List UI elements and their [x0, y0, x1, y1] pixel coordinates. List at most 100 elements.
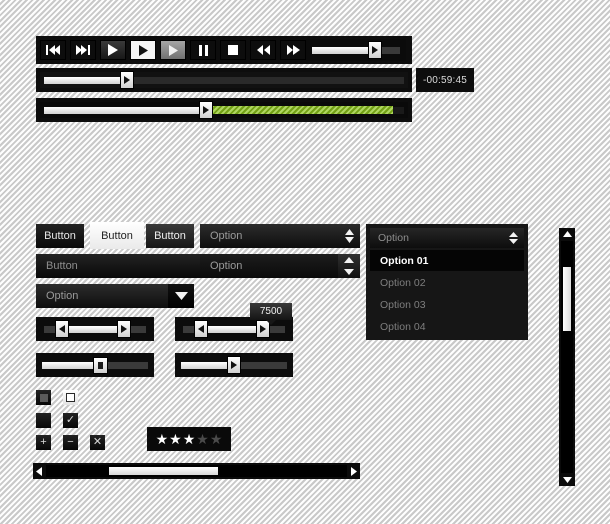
- slider-square-thumb[interactable]: [94, 358, 108, 373]
- select-stepper-top[interactable]: Option: [200, 224, 360, 248]
- select-stepper-bottom-label: Option: [210, 260, 243, 272]
- skip-forward-button[interactable]: [70, 40, 96, 60]
- pause-button[interactable]: [190, 40, 216, 60]
- star-icon[interactable]: ★: [210, 432, 223, 446]
- skip-back-button[interactable]: [40, 40, 66, 60]
- stepper-arrows-icon[interactable]: [338, 224, 360, 248]
- vertical-scroll-track[interactable]: [561, 241, 573, 473]
- dropdown-item-option-04[interactable]: Option 04: [370, 316, 524, 337]
- play-icon: [108, 44, 118, 56]
- dropdown-item-option-03[interactable]: Option 03: [370, 294, 524, 315]
- play-button[interactable]: [100, 40, 126, 60]
- close-icon: ✕: [92, 436, 103, 448]
- horizontal-scroll-thumb[interactable]: [109, 467, 218, 475]
- rewind-button[interactable]: [250, 40, 276, 60]
- scroll-down-button[interactable]: [559, 474, 575, 486]
- play-icon: [123, 71, 130, 89]
- volume-track[interactable]: [312, 47, 400, 54]
- play-button-active[interactable]: [130, 40, 156, 60]
- play-icon: [138, 44, 148, 56]
- arrow-right-icon: [231, 361, 237, 369]
- button-mid[interactable]: Button: [146, 224, 194, 248]
- skip-forward-icon: [76, 45, 90, 55]
- vertical-scrollbar[interactable]: [559, 228, 575, 486]
- slider-triangle-fill: [181, 362, 234, 369]
- select-stepper-bottom[interactable]: Option: [200, 254, 360, 278]
- scroll-left-button[interactable]: [33, 463, 45, 479]
- select-chevron[interactable]: Option: [36, 284, 194, 308]
- play-button-disabled: [160, 40, 186, 60]
- rewind-icon: [256, 45, 270, 55]
- star-icon[interactable]: ★: [156, 432, 169, 446]
- vertical-scroll-thumb[interactable]: [563, 266, 571, 332]
- range-right-low-handle[interactable]: [195, 321, 208, 337]
- media-transport-bar: [36, 36, 412, 64]
- slider-triangle-thumb[interactable]: [228, 357, 240, 373]
- minus-icon: −: [67, 436, 74, 448]
- range-slider-left[interactable]: [36, 317, 154, 341]
- tooltip-pointer-icon: [266, 320, 276, 325]
- plus-button[interactable]: +: [36, 435, 51, 450]
- range-left-high-handle[interactable]: [117, 321, 130, 337]
- range-left-low-handle[interactable]: [56, 321, 69, 337]
- scroll-up-button[interactable]: [559, 228, 575, 240]
- horizontal-scroll-track[interactable]: [46, 465, 347, 477]
- checkbox-checked[interactable]: ✓: [63, 413, 78, 428]
- minus-button[interactable]: −: [63, 435, 78, 450]
- button-primary[interactable]: Button: [36, 224, 84, 248]
- arrow-right-icon: [259, 325, 266, 333]
- buffer-bar-row: [36, 98, 412, 122]
- dropdown-open-list: Option Option 01 Option 02 Option 03 Opt…: [366, 224, 528, 340]
- checkbox-unchecked-light[interactable]: [63, 390, 78, 405]
- buffer-slider[interactable]: [40, 102, 408, 118]
- volume-slider[interactable]: [306, 39, 406, 61]
- button-light[interactable]: Button: [90, 222, 144, 249]
- seek-bar-row: [36, 68, 412, 92]
- fast-forward-icon: [286, 45, 300, 55]
- dropdown-item-option-02[interactable]: Option 02: [370, 272, 524, 293]
- stepper-arrows-icon[interactable]: [504, 228, 522, 248]
- buffer-loaded-fill: [206, 106, 394, 114]
- seek-handle[interactable]: [120, 71, 133, 89]
- checkbox-inner-square-icon: [66, 393, 75, 402]
- range-left-fill: [62, 326, 124, 333]
- close-button[interactable]: ✕: [90, 435, 105, 450]
- arrow-right-icon: [120, 325, 127, 333]
- horizontal-scrollbar[interactable]: [33, 463, 360, 479]
- arrow-left-icon: [198, 325, 205, 333]
- stop-button[interactable]: [220, 40, 246, 60]
- slider-square-handle[interactable]: [36, 353, 154, 377]
- slider-tooltip-value: 7500: [259, 306, 283, 317]
- select-chevron-label: Option: [46, 290, 79, 302]
- dropdown-header-label: Option: [378, 232, 409, 244]
- star-icon[interactable]: ★: [169, 432, 182, 446]
- seek-slider[interactable]: [40, 72, 408, 88]
- star-icon[interactable]: ★: [183, 432, 196, 446]
- stepper-arrows-icon[interactable]: [338, 254, 360, 278]
- select-stepper-top-label: Option: [210, 230, 243, 242]
- volume-handle[interactable]: [369, 42, 382, 58]
- scroll-right-button[interactable]: [348, 463, 360, 479]
- play-icon: [203, 101, 209, 119]
- dropdown-header[interactable]: Option: [370, 228, 524, 248]
- star-rating[interactable]: ★ ★ ★ ★ ★: [147, 427, 231, 451]
- fast-forward-button[interactable]: [280, 40, 306, 60]
- plus-icon: +: [40, 436, 47, 448]
- slider-triangle-handle[interactable]: [175, 353, 293, 377]
- chevron-down-icon[interactable]: [168, 284, 194, 308]
- play-icon: [168, 44, 178, 56]
- buffer-played-fill: [44, 107, 206, 114]
- seek-fill: [44, 77, 127, 84]
- stop-icon: [228, 45, 238, 55]
- checkbox-filled[interactable]: [36, 413, 51, 428]
- arrow-down-icon: [562, 477, 572, 483]
- buffer-handle[interactable]: [200, 102, 212, 118]
- seek-track[interactable]: [44, 77, 404, 84]
- range-right-fill: [201, 326, 263, 333]
- checkbox-indeterminate[interactable]: [36, 390, 51, 405]
- star-icon[interactable]: ★: [196, 432, 209, 446]
- dropdown-item-option-01[interactable]: Option 01: [370, 250, 524, 271]
- check-icon: ✓: [65, 414, 76, 426]
- checkbox-inner-square-icon: [39, 393, 48, 402]
- volume-fill: [312, 47, 376, 54]
